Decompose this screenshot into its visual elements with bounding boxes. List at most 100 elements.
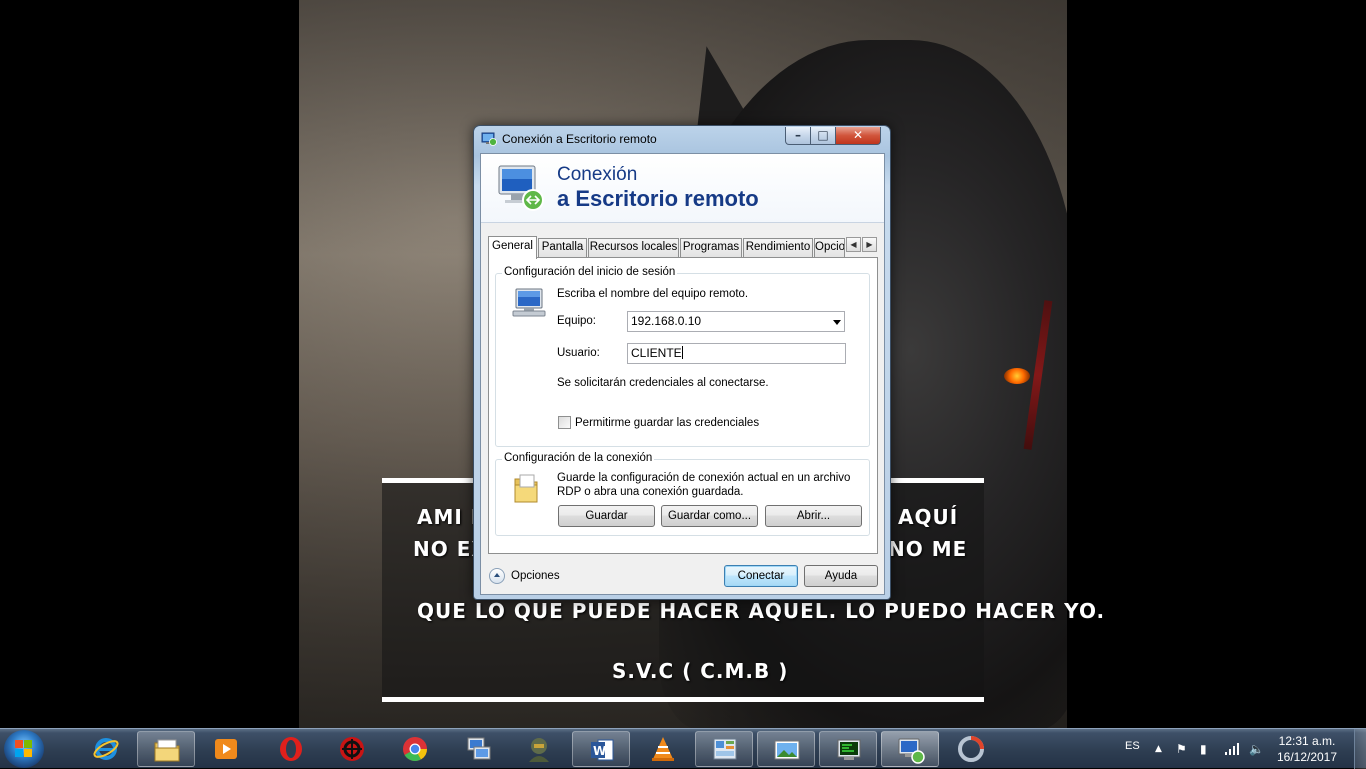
wallpaper-wolf-eye xyxy=(1004,368,1030,384)
taskbar-chrome[interactable] xyxy=(386,731,444,767)
svg-text:W: W xyxy=(593,744,606,758)
computer-label: Equipo: xyxy=(557,315,597,327)
show-hidden-icons-icon[interactable]: ▲ xyxy=(1155,742,1162,756)
clock-date[interactable]: 16/12/2017 xyxy=(1272,750,1342,764)
user-value: CLIENTE xyxy=(631,346,682,360)
taskbar-app-circle[interactable] xyxy=(942,731,1000,767)
taskbar-game-soldier[interactable] xyxy=(510,731,568,767)
word-icon: W xyxy=(591,739,614,761)
folder-icon xyxy=(514,474,538,503)
taskbar-photo-viewer[interactable] xyxy=(757,731,815,767)
dialog-header: Conexión a Escritorio remoto xyxy=(481,154,884,223)
remote-desktop-icon xyxy=(898,738,925,764)
network-computer-icon xyxy=(467,737,491,760)
options-label[interactable]: Opciones xyxy=(511,570,560,582)
control-panel-icon xyxy=(713,738,737,760)
clock-time[interactable]: 12:31 a.m. xyxy=(1272,734,1342,748)
show-desktop-button[interactable] xyxy=(1354,729,1366,769)
tab-recursos-locales[interactable]: Recursos locales xyxy=(588,238,679,257)
title-bar[interactable]: Conexión a Escritorio remoto – □ ✕ xyxy=(474,126,890,152)
quote-line2-right: NO ME xyxy=(888,537,968,561)
maximize-button[interactable]: □ xyxy=(810,127,836,145)
maximize-icon: □ xyxy=(817,128,829,142)
taskbar-terminal[interactable] xyxy=(819,731,877,767)
user-label: Usuario: xyxy=(557,347,600,359)
minimize-icon: – xyxy=(795,128,801,142)
options-expand-icon[interactable] xyxy=(489,568,505,584)
internet-explorer-icon xyxy=(93,738,119,760)
user-input[interactable]: CLIENTE xyxy=(627,343,846,364)
app-circle-icon xyxy=(958,736,984,762)
system-tray: ES ▲ ⚑ ▮ 🔈 12:31 a.m. 16/12/2017 xyxy=(1112,729,1366,769)
tab-rendimiento[interactable]: Rendimiento xyxy=(743,238,813,257)
connection-description-line2: RDP o abra una conexión guardada. xyxy=(557,486,744,498)
close-icon: ✕ xyxy=(852,128,864,142)
window-client-area: Conexión a Escritorio remoto General Pan… xyxy=(480,153,885,595)
taskbar-opera[interactable] xyxy=(262,731,320,767)
media-player-icon xyxy=(215,739,237,759)
quote-signature: S.V.C ( C.M.B ) xyxy=(612,659,789,683)
tab-opciones-avanzadas[interactable]: Opcio xyxy=(814,238,845,257)
close-button[interactable]: ✕ xyxy=(835,127,881,145)
save-credentials-checkbox[interactable] xyxy=(558,416,571,429)
opera-icon xyxy=(280,737,302,761)
photo-viewer-icon xyxy=(774,740,800,760)
taskbar-control-panel[interactable] xyxy=(695,731,753,767)
volume-icon[interactable]: 🔈 xyxy=(1249,742,1264,756)
remote-desktop-window: Conexión a Escritorio remoto – □ ✕ Conex… xyxy=(473,125,891,600)
computer-icon xyxy=(512,288,546,317)
windows-logo-icon xyxy=(15,740,32,757)
credentials-note: Se solicitarán credenciales al conectars… xyxy=(557,377,769,389)
window-title: Conexión a Escritorio remoto xyxy=(502,132,657,146)
taskbar-file-explorer[interactable] xyxy=(137,731,195,767)
login-group-title: Configuración del inicio de sesión xyxy=(502,266,678,278)
taskbar-vlc[interactable] xyxy=(634,731,692,767)
tab-programas[interactable]: Programas xyxy=(680,238,742,257)
connection-description-line1: Guarde la configuración de conexión actu… xyxy=(557,472,851,484)
connection-group-title: Configuración de la conexión xyxy=(502,452,655,464)
quote-line3: QUE LO QUE PUEDE HACER AQUEL. LO PUEDO H… xyxy=(417,599,1106,623)
help-button[interactable]: Ayuda xyxy=(804,565,878,587)
tab-general[interactable]: General xyxy=(488,236,537,259)
computer-combobox[interactable]: 192.168.0.10 xyxy=(627,311,845,332)
remote-desktop-icon xyxy=(481,132,497,146)
taskbar-media-player[interactable] xyxy=(197,731,255,767)
language-indicator[interactable]: ES xyxy=(1125,740,1140,752)
chrome-icon xyxy=(403,737,427,762)
header-title-line2: a Escritorio remoto xyxy=(557,186,759,211)
taskbar: W ES ▲ ⚑ ▮ 🔈 12:31 a.m. 16/12/2017 xyxy=(0,728,1366,769)
tab-pantalla[interactable]: Pantalla xyxy=(538,238,587,257)
save-button[interactable]: Guardar xyxy=(558,505,655,527)
file-explorer-icon xyxy=(154,739,180,762)
taskbar-remote-desktop[interactable] xyxy=(881,731,939,767)
quote-line1-right: AQUÍ xyxy=(898,505,959,529)
taskbar-internet-explorer[interactable] xyxy=(77,731,135,767)
remote-desktop-monitor-icon xyxy=(498,165,544,211)
connect-button[interactable]: Conectar xyxy=(724,565,798,587)
tab-strip: General Pantalla Recursos locales Progra… xyxy=(488,236,878,259)
start-button[interactable] xyxy=(4,730,44,768)
game-soldier-icon xyxy=(529,738,549,762)
taskbar-app-red[interactable] xyxy=(323,731,381,767)
taskbar-word[interactable]: W xyxy=(572,731,630,767)
connection-settings-group: Configuración de la conexión Guarde la c… xyxy=(495,452,870,536)
vlc-icon xyxy=(652,737,674,761)
action-center-flag-icon[interactable]: ⚑ xyxy=(1176,742,1187,756)
power-icon[interactable]: ▮ xyxy=(1200,742,1207,756)
instruction-text: Escriba el nombre del equipo remoto. xyxy=(557,288,749,300)
login-settings-group: Configuración del inicio de sesión Escri… xyxy=(495,266,870,447)
tab-scroll-left-icon[interactable]: ◀ xyxy=(846,237,861,252)
save-credentials-label[interactable]: Permitirme guardar las credenciales xyxy=(575,417,759,429)
open-button[interactable]: Abrir... xyxy=(765,505,862,527)
computer-value: 192.168.0.10 xyxy=(631,314,702,328)
chevron-down-icon[interactable] xyxy=(833,320,841,325)
header-title-line1: Conexión xyxy=(557,164,638,185)
minimize-button[interactable]: – xyxy=(785,127,811,145)
terminal-icon xyxy=(837,739,861,760)
network-signal-icon[interactable] xyxy=(1224,742,1240,755)
text-caret xyxy=(681,346,683,359)
taskbar-network-computer[interactable] xyxy=(449,731,507,767)
tab-scroll-right-icon[interactable]: ▶ xyxy=(862,237,877,252)
tab-page-general: Configuración del inicio de sesión Escri… xyxy=(488,257,878,554)
save-as-button[interactable]: Guardar como... xyxy=(661,505,758,527)
